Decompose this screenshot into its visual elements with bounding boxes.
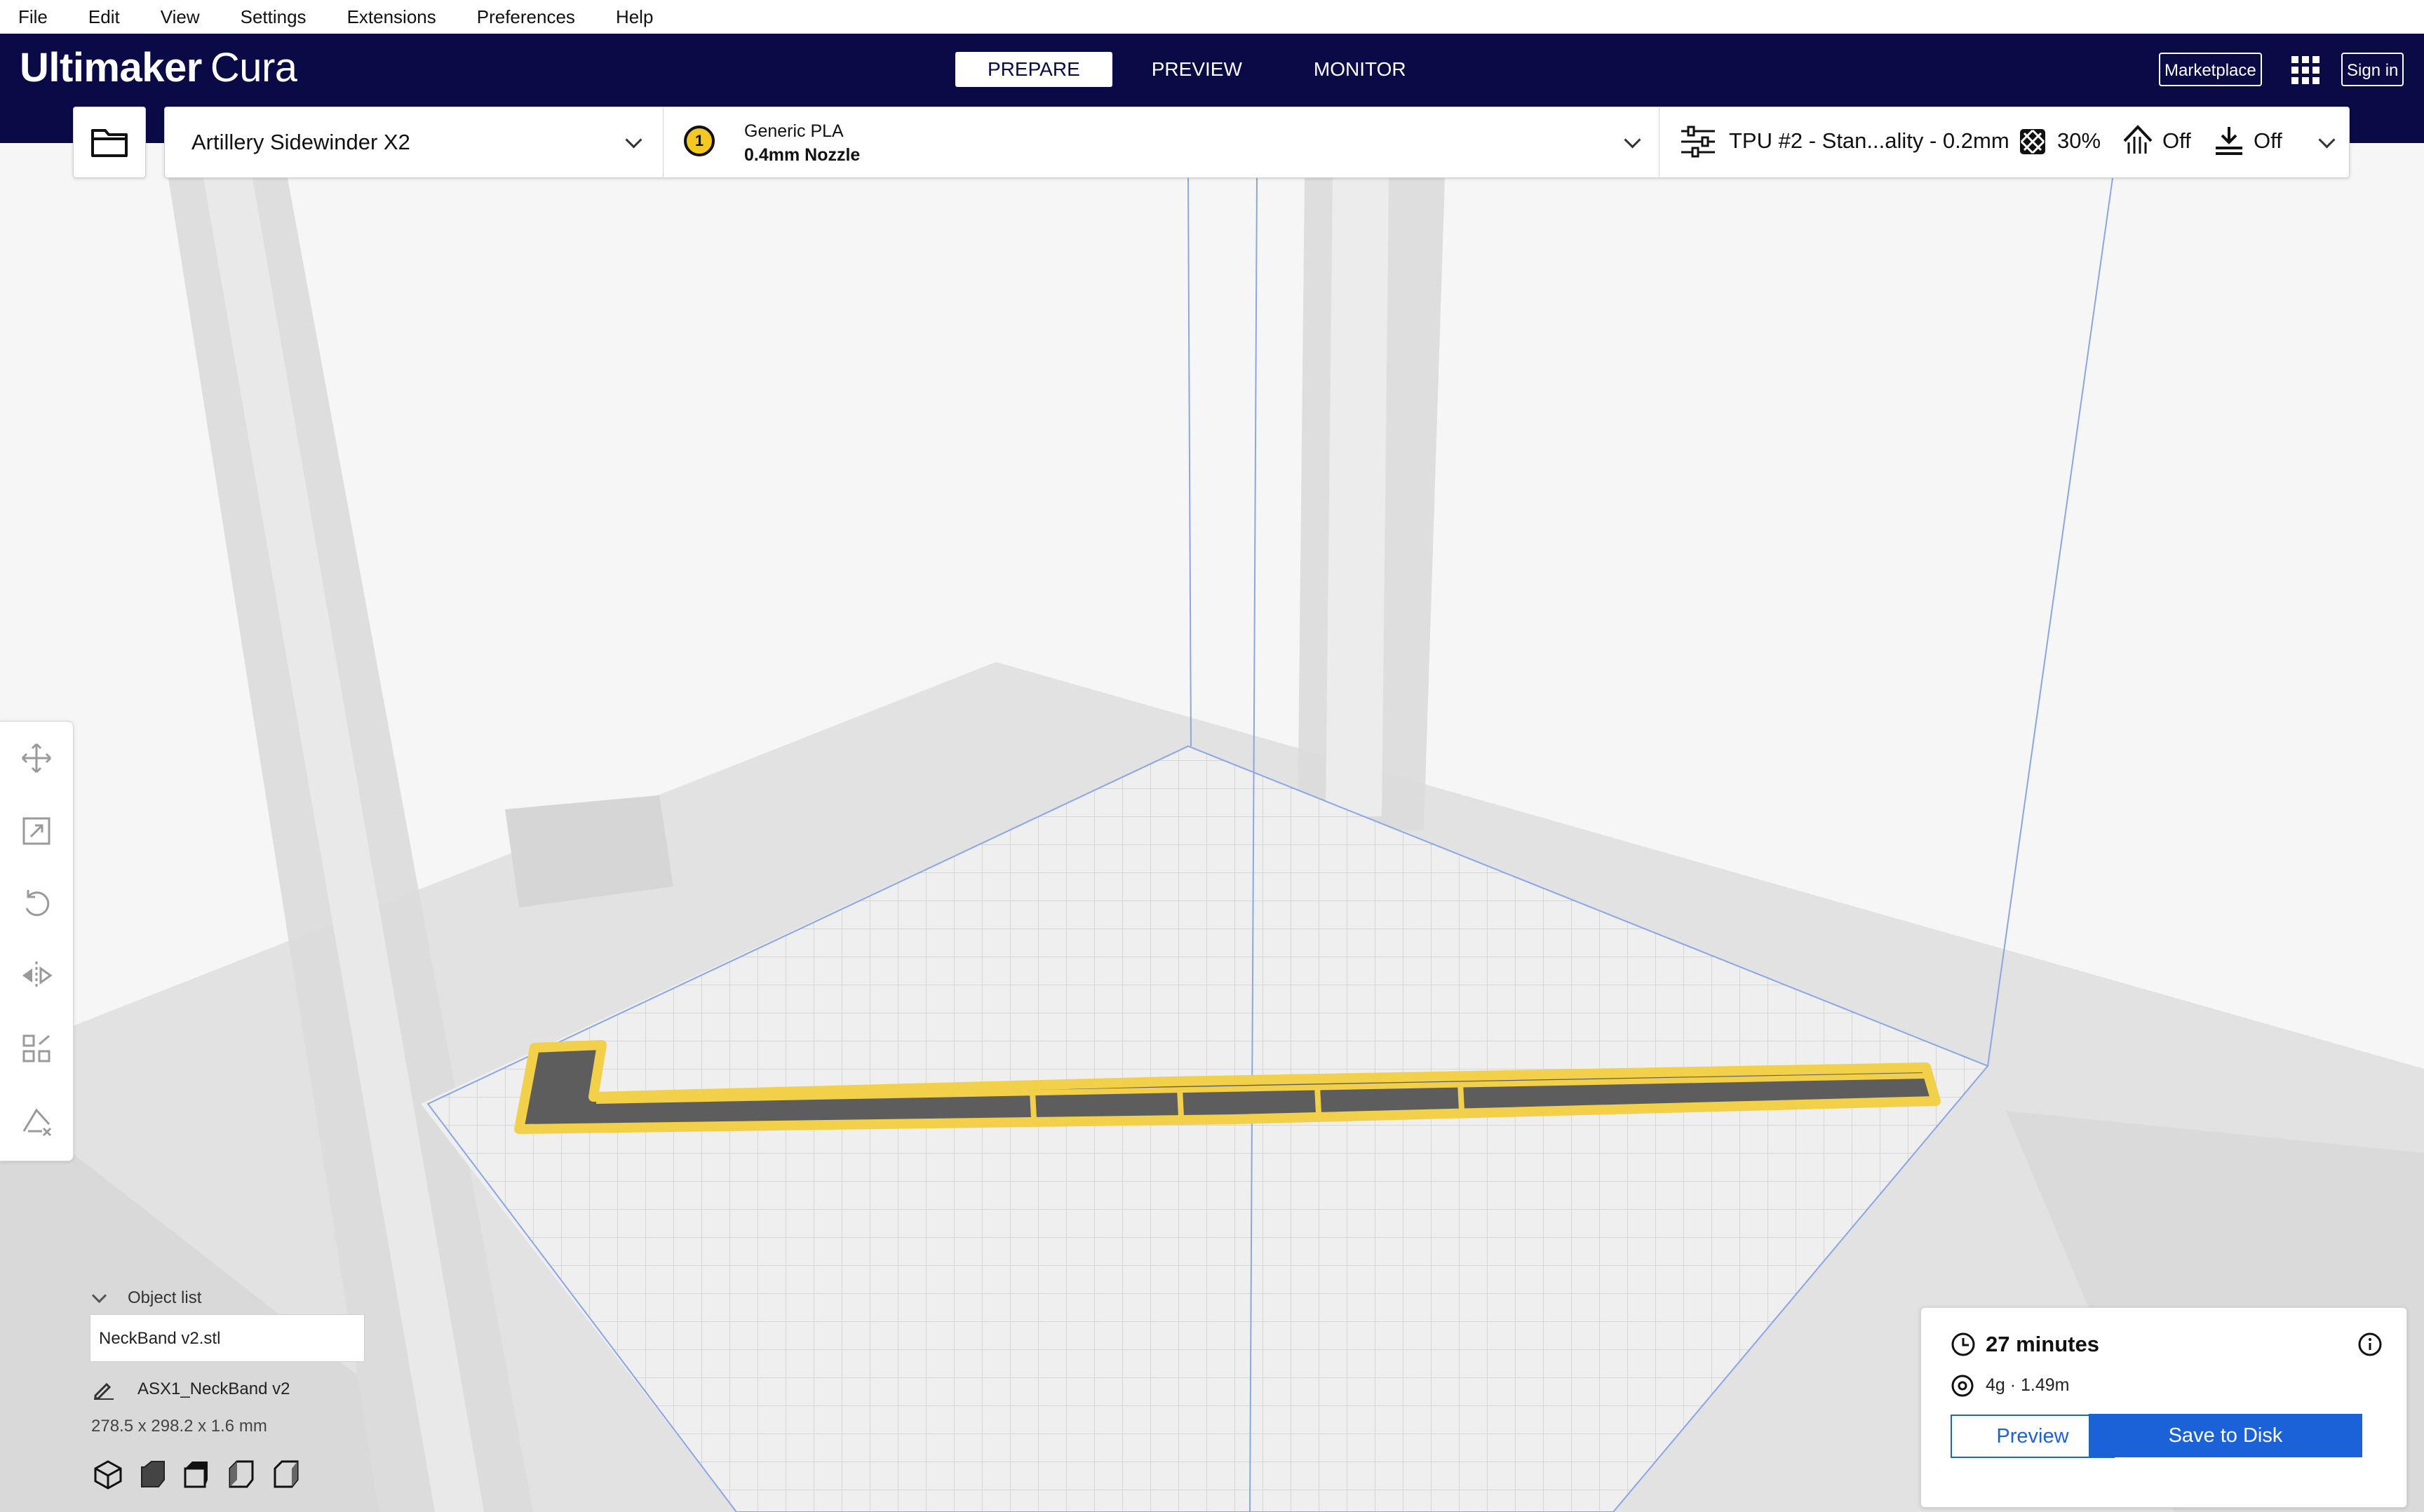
tab-monitor[interactable]: MONITOR [1281, 52, 1439, 87]
menu-extensions[interactable]: Extensions [347, 6, 436, 28]
material-usage: 4g · 1.49m [1986, 1375, 2070, 1395]
open-folder-icon [91, 129, 128, 157]
support-value: Off [2162, 128, 2191, 153]
printer-name: Artillery Sidewinder X2 [191, 130, 410, 154]
transform-toolbar [0, 721, 74, 1161]
print-time: 27 minutes [1986, 1332, 2099, 1356]
view-top-icon[interactable] [181, 1459, 212, 1490]
menu-file[interactable]: File [18, 6, 48, 28]
printer-selector[interactable]: Artillery Sidewinder X2 [165, 107, 664, 177]
infill-icon [2020, 129, 2045, 154]
per-model-settings-icon[interactable] [18, 1030, 55, 1067]
menu-edit[interactable]: Edit [88, 6, 120, 28]
material-name: Generic PLA [744, 121, 844, 141]
print-info-panel: 27 minutes 4g · 1.49m Preview [1920, 1307, 2407, 1508]
adhesion-icon [2216, 127, 2242, 155]
info-icon[interactable] [2357, 1332, 2383, 1357]
tab-prepare[interactable]: PREPARE [955, 52, 1112, 87]
open-file-button[interactable] [73, 107, 146, 178]
tab-preview[interactable]: PREVIEW [1119, 52, 1274, 87]
logo-brand: Ultimaker [20, 45, 202, 90]
stage-tabs: PREPARE PREVIEW MONITOR [955, 52, 1446, 87]
save-to-disk-button[interactable]: Save to Disk [2089, 1414, 2362, 1457]
menu-preferences[interactable]: Preferences [477, 6, 575, 28]
object-list-label[interactable]: Object list [128, 1288, 201, 1308]
support-icon [2123, 125, 2153, 154]
menu-bar: File Edit View Settings Extensions Prefe… [0, 0, 2424, 34]
app-logo: Ultimaker Cura [20, 44, 297, 91]
scale-tool-icon[interactable] [18, 813, 55, 849]
view-3d-icon[interactable] [93, 1459, 123, 1490]
printer-config-bar: Artillery Sidewinder X2 1 Generic PLA 0.… [164, 107, 2350, 178]
chevron-down-icon [1624, 131, 1641, 149]
chevron-down-icon [625, 131, 642, 149]
object-list: NeckBand v2.stl [90, 1314, 365, 1362]
menu-settings[interactable]: Settings [241, 6, 307, 28]
view-front-icon[interactable] [137, 1459, 168, 1490]
menu-view[interactable]: View [161, 6, 200, 28]
mirror-tool-icon[interactable] [18, 957, 55, 994]
selected-object-name[interactable]: ASX1_NeckBand v2 [137, 1379, 290, 1399]
extruder-badge-icon: 1 [684, 126, 715, 156]
pencil-icon[interactable] [93, 1380, 115, 1400]
infill-value: 30% [2057, 128, 2101, 153]
move-tool-icon[interactable] [18, 740, 55, 776]
print-settings-icon [1681, 126, 1715, 158]
clock-icon [1951, 1332, 1975, 1356]
object-list-item[interactable]: NeckBand v2.stl [99, 1329, 220, 1349]
menu-help[interactable]: Help [616, 6, 653, 28]
profile-name: TPU #2 - Stan...ality - 0.2mm [1729, 128, 2009, 153]
print-settings-selector[interactable]: TPU #2 - Stan...ality - 0.2mm 30% Off Of… [1659, 107, 2350, 177]
view-left-icon[interactable] [226, 1459, 257, 1490]
adhesion-value: Off [2254, 128, 2282, 153]
view-right-icon[interactable] [271, 1459, 302, 1490]
logo-product: Cura [210, 45, 297, 90]
support-blocker-icon[interactable] [18, 1103, 55, 1140]
sign-in-button[interactable]: Sign in [2341, 53, 2404, 86]
rotate-tool-icon[interactable] [18, 884, 55, 921]
object-dimensions: 278.5 x 298.2 x 1.6 mm [91, 1417, 267, 1436]
spool-icon [1951, 1375, 1974, 1397]
chevron-down-icon[interactable] [2318, 131, 2336, 149]
apps-grid-icon[interactable] [2291, 56, 2319, 84]
material-selector[interactable]: 1 Generic PLA 0.4mm Nozzle [663, 107, 1659, 177]
marketplace-button[interactable]: Marketplace [2159, 53, 2262, 86]
nozzle-size: 0.4mm Nozzle [744, 145, 861, 165]
